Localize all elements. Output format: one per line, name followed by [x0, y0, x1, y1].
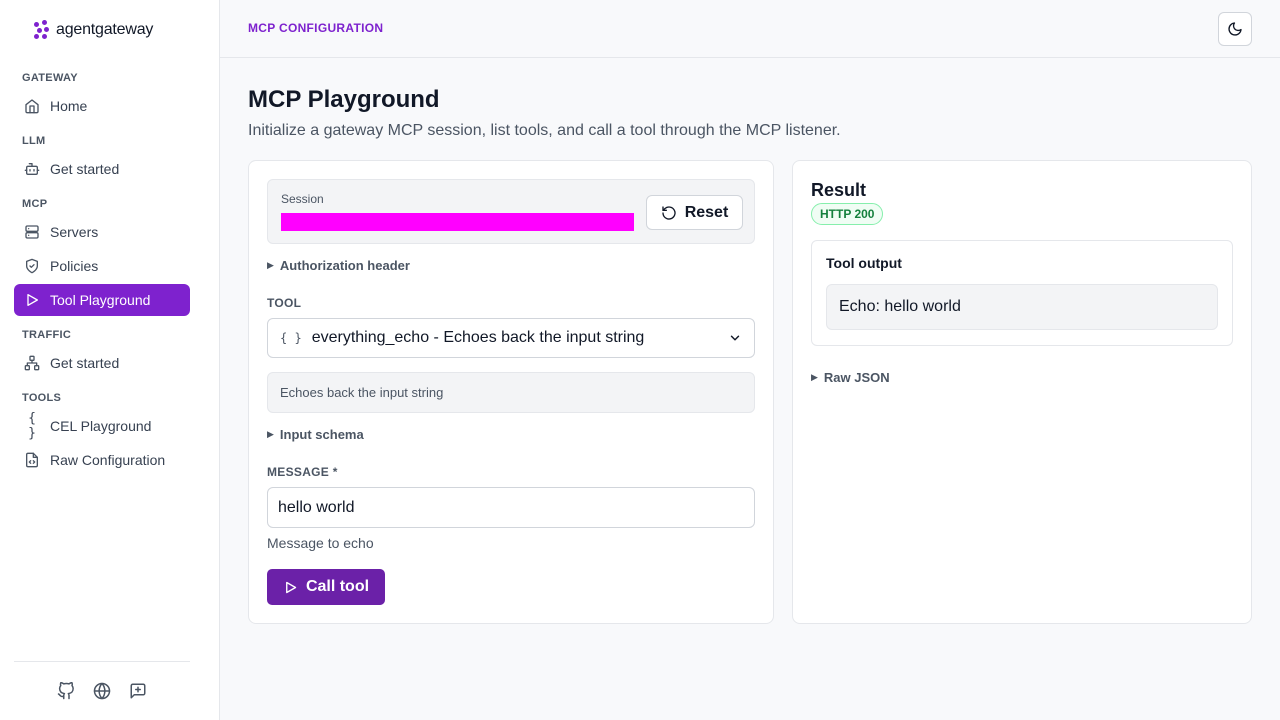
tool-description: Echoes back the input string [267, 372, 755, 413]
page-title: MCP Playground [248, 86, 440, 113]
message-input[interactable] [267, 487, 755, 528]
authorization-header-label: Authorization header [279, 258, 410, 273]
status-badge: HTTP 200 [811, 203, 884, 225]
moon-icon [1228, 22, 1242, 36]
session-panel: Session Reset [267, 179, 755, 244]
nav-section-llm: LLM [22, 135, 46, 147]
logo-icon [34, 20, 50, 40]
caret-right-icon: ▶ [267, 429, 274, 439]
sidebar-item-llm-get-started[interactable]: Get started [14, 153, 190, 185]
sidebar-item-label: CEL Playground [50, 418, 152, 434]
playground-form-card: Session Reset ▶ Authorization header TOO… [248, 160, 774, 624]
sidebar-item-label: Raw Configuration [50, 452, 166, 468]
caret-right-icon: ▶ [811, 372, 818, 382]
sidebar-item-traffic-get-started[interactable]: Get started [14, 347, 190, 379]
authorization-header-toggle[interactable]: ▶ Authorization header [267, 258, 410, 273]
raw-json-label: Raw JSON [823, 370, 890, 385]
bot-icon [24, 163, 40, 175]
sidebar-item-servers[interactable]: Servers [14, 216, 190, 248]
file-code-icon [26, 452, 38, 468]
sidebar-item-label: Tool Playground [50, 292, 151, 308]
nav-section-mcp: MCP [22, 198, 48, 210]
logo-text: agentgateway [56, 21, 154, 38]
logo[interactable]: agentgateway [34, 20, 153, 40]
sidebar-item-label: Get started [50, 161, 120, 177]
network-icon [24, 355, 40, 371]
caret-right-icon: ▶ [267, 260, 274, 270]
globe-icon[interactable] [93, 682, 111, 700]
breadcrumb: MCP CONFIGURATION [248, 21, 384, 35]
github-icon[interactable] [57, 682, 75, 700]
feedback-icon[interactable] [129, 682, 147, 700]
sidebar-item-tool-playground[interactable]: Tool Playground [14, 284, 190, 316]
tool-select[interactable]: { } everything_echo - Echoes back the in… [267, 318, 755, 358]
chevron-down-icon [730, 335, 740, 341]
sidebar-item-label: Get started [50, 355, 120, 371]
message-label: MESSAGE * [267, 465, 338, 479]
reset-button[interactable]: Reset [646, 195, 743, 230]
shield-icon [26, 258, 38, 274]
reset-label: Reset [684, 203, 729, 221]
nav-section-tools: TOOLS [22, 392, 62, 404]
braces-icon: { } [28, 411, 36, 441]
input-schema-label: Input schema [279, 427, 364, 442]
page-subtitle: Initialize a gateway MCP session, list t… [248, 122, 841, 139]
nav-section-traffic: TRAFFIC [22, 329, 72, 341]
sidebar-item-policies[interactable]: Policies [14, 250, 190, 282]
result-card: Result HTTP 200 Tool output Echo: hello … [792, 160, 1252, 624]
sidebar-item-raw-configuration[interactable]: Raw Configuration [14, 444, 190, 476]
rotate-ccw-icon [662, 205, 676, 220]
braces-icon: { } [280, 331, 302, 345]
tool-label: TOOL [267, 296, 302, 310]
session-id-redacted [281, 213, 634, 231]
theme-toggle-button[interactable] [1218, 12, 1252, 46]
play-icon [27, 294, 38, 306]
sidebar-footer-divider [14, 661, 190, 662]
tool-output-panel: Tool output Echo: hello world [811, 240, 1233, 346]
result-title: Result [811, 180, 867, 200]
server-icon [25, 225, 39, 239]
home-icon [25, 99, 39, 114]
tool-select-value: everything_echo - Echoes back the input … [311, 329, 645, 346]
call-tool-label: Call tool [305, 578, 370, 595]
sidebar-item-home[interactable]: Home [14, 90, 190, 122]
sidebar: agentgateway GATEWAY Home LLM Get starte… [0, 0, 220, 720]
raw-json-toggle[interactable]: ▶ Raw JSON [811, 370, 890, 385]
sidebar-item-label: Policies [50, 258, 99, 274]
sidebar-item-cel-playground[interactable]: { } CEL Playground [14, 410, 190, 442]
input-schema-toggle[interactable]: ▶ Input schema [267, 427, 364, 442]
nav-section-gateway: GATEWAY [22, 72, 78, 84]
call-tool-button[interactable]: Call tool [267, 569, 385, 605]
message-hint: Message to echo [267, 535, 374, 551]
sidebar-item-label: Home [50, 98, 88, 114]
play-icon [286, 581, 297, 593]
sidebar-item-label: Servers [50, 224, 99, 240]
topbar: MCP CONFIGURATION [220, 0, 1280, 58]
tool-output-text: Echo: hello world [826, 284, 1218, 330]
tool-output-title: Tool output [826, 255, 902, 271]
session-label: Session [281, 192, 324, 206]
